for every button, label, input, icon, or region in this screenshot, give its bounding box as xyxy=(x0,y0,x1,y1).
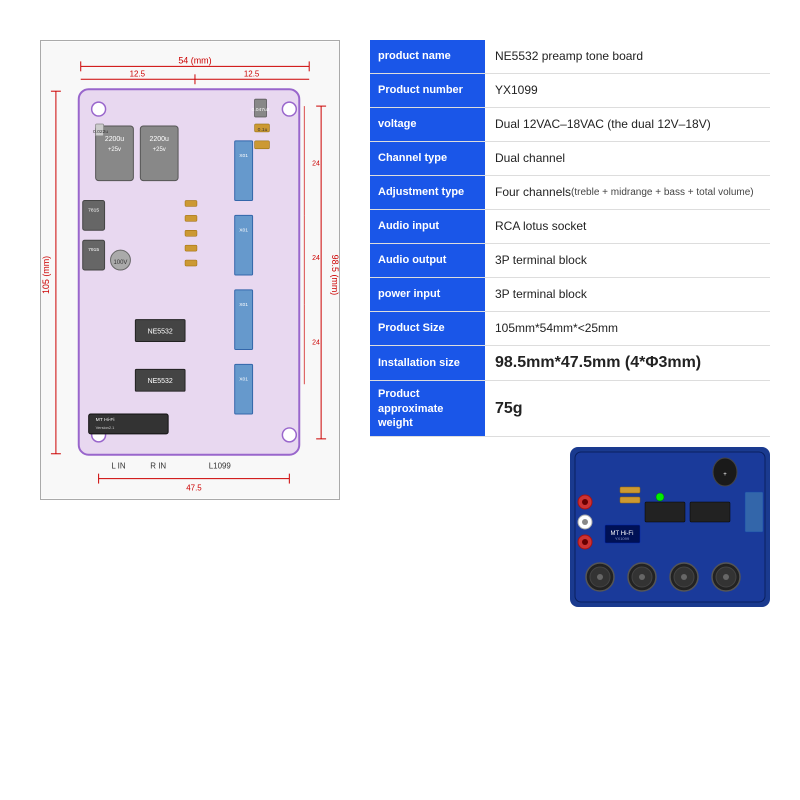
spec-value-installation-size: 98.5mm*47.5mm (4*Φ3mm) xyxy=(485,346,770,380)
spec-value-product-number: YX1099 xyxy=(485,74,770,107)
spec-value-power-input: 3P terminal block xyxy=(485,278,770,311)
spec-row-voltage: voltageDual 12VAC–18VAC (the dual 12V–18… xyxy=(370,108,770,142)
left-panel: 54 (mm) 12.5 12.5 105 (mm) 98.5 (mm) xyxy=(30,40,350,500)
product-photo-svg: + xyxy=(570,447,770,607)
spec-row-power-input: power input3P terminal block xyxy=(370,278,770,312)
specs-container: product nameNE5532 preamp tone boardProd… xyxy=(370,40,770,437)
spec-label-voltage: voltage xyxy=(370,108,485,141)
spec-row-audio-output: Audio output3P terminal block xyxy=(370,244,770,278)
spec-sub-text-adjustment-type: (treble + midrange + bass + total volume… xyxy=(571,186,754,200)
spec-row-channel-type: Channel typeDual channel xyxy=(370,142,770,176)
svg-text:12.5: 12.5 xyxy=(244,69,260,78)
spec-value-voltage: Dual 12VAC–18VAC (the dual 12V–18V) xyxy=(485,108,770,141)
spec-value-audio-output: 3P terminal block xyxy=(485,244,770,277)
svg-text:54 (mm): 54 (mm) xyxy=(178,55,211,65)
spec-label-adjustment-type: Adjustment type xyxy=(370,176,485,209)
spec-value-text-product-weight: 75g xyxy=(495,398,523,420)
spec-row-audio-input: Audio inputRCA lotus socket xyxy=(370,210,770,244)
spec-label-product-number: Product number xyxy=(370,74,485,107)
svg-text:X01: X01 xyxy=(239,302,248,308)
spec-label-product-name: product name xyxy=(370,40,485,73)
spec-label-channel-type: Channel type xyxy=(370,142,485,175)
spec-value-channel-type: Dual channel xyxy=(485,142,770,175)
spec-label-audio-output: Audio output xyxy=(370,244,485,277)
spec-value-text-installation-size: 98.5mm*47.5mm (4*Φ3mm) xyxy=(495,352,701,374)
pcb-svg: 54 (mm) 12.5 12.5 105 (mm) 98.5 (mm) xyxy=(41,41,339,499)
svg-text:7815: 7815 xyxy=(88,207,99,213)
svg-text:X01: X01 xyxy=(239,376,248,382)
svg-text:YX1099: YX1099 xyxy=(615,536,630,541)
spec-row-product-number: Product numberYX1099 xyxy=(370,74,770,108)
svg-text:2200u: 2200u xyxy=(105,136,124,143)
svg-text:24: 24 xyxy=(312,161,320,168)
svg-text:R IN: R IN xyxy=(150,462,166,471)
svg-text:7915: 7915 xyxy=(88,247,99,253)
svg-text:Version2.1: Version2.1 xyxy=(96,425,116,430)
spec-value-product-size: 105mm*54mm*<25mm xyxy=(485,312,770,345)
spec-label-power-input: power input xyxy=(370,278,485,311)
spec-label-product-weight: Product approximate weight xyxy=(370,381,485,436)
svg-text:12.5: 12.5 xyxy=(130,69,146,78)
spec-row-product-name: product nameNE5532 preamp tone board xyxy=(370,40,770,74)
svg-text:X01: X01 xyxy=(239,153,248,159)
right-panel: product nameNE5532 preamp tone boardProd… xyxy=(370,40,770,607)
spec-value-adjustment-type: Four channels (treble + midrange + bass … xyxy=(485,176,770,209)
spec-value-product-weight: 75g xyxy=(485,381,770,436)
svg-text:98.5 (mm): 98.5 (mm) xyxy=(330,255,339,296)
spec-row-adjustment-type: Adjustment typeFour channels (treble + m… xyxy=(370,176,770,210)
svg-text:47.5: 47.5 xyxy=(186,484,202,493)
product-photo-area: + xyxy=(570,447,770,607)
svg-text:24: 24 xyxy=(312,255,320,262)
svg-text:+25v: +25v xyxy=(108,147,121,153)
spec-main-text-adjustment-type: Four channels xyxy=(495,184,571,201)
svg-text:105 (mm): 105 (mm) xyxy=(41,256,51,294)
pcb-diagram: 54 (mm) 12.5 12.5 105 (mm) 98.5 (mm) xyxy=(40,40,340,500)
svg-text:24: 24 xyxy=(312,340,320,347)
svg-text:NE5532: NE5532 xyxy=(148,329,173,336)
svg-text:+25v: +25v xyxy=(153,147,166,153)
svg-text:X01: X01 xyxy=(239,227,248,233)
svg-text:MT Hi-Fi: MT Hi-Fi xyxy=(96,417,115,423)
svg-text:NE5532: NE5532 xyxy=(148,378,173,385)
svg-text:2200u: 2200u xyxy=(150,136,169,143)
spec-value-product-name: NE5532 preamp tone board xyxy=(485,40,770,73)
spec-label-product-size: Product Size xyxy=(370,312,485,345)
svg-text:0.047u2: 0.047u2 xyxy=(252,107,270,113)
svg-text:L IN: L IN xyxy=(111,462,126,471)
svg-text:+: + xyxy=(723,472,727,478)
spec-row-product-weight: Product approximate weight 75g xyxy=(370,381,770,437)
spec-row-product-size: Product Size105mm*54mm*<25mm xyxy=(370,312,770,346)
svg-text:100V: 100V xyxy=(114,260,128,266)
spec-label-audio-input: Audio input xyxy=(370,210,485,243)
svg-text:0.1u: 0.1u xyxy=(258,127,268,133)
spec-row-installation-size: Installation size 98.5mm*47.5mm (4*Φ3mm) xyxy=(370,346,770,381)
spec-value-audio-input: RCA lotus socket xyxy=(485,210,770,243)
svg-text:L1099: L1099 xyxy=(209,462,232,471)
spec-label-installation-size: Installation size xyxy=(370,346,485,380)
svg-text:0.022u: 0.022u xyxy=(93,129,108,135)
main-container: 54 (mm) 12.5 12.5 105 (mm) 98.5 (mm) xyxy=(10,20,790,780)
